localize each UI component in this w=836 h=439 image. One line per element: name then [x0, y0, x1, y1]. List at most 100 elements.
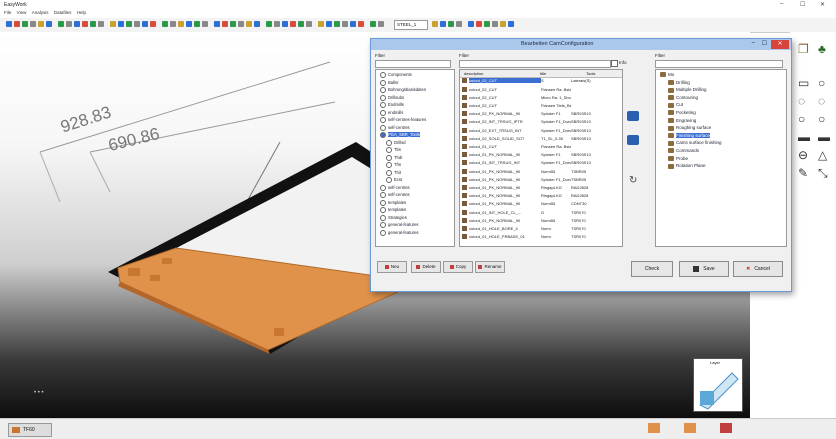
toolbar-tool-icon[interactable] [22, 21, 28, 27]
toolbar-tool-icon[interactable] [118, 21, 124, 27]
toolbar-tool-icon[interactable] [134, 21, 140, 27]
slot-icon[interactable]: ▬ [798, 130, 810, 144]
toolbar-tool-icon[interactable] [58, 21, 64, 27]
toolbar-tool-icon[interactable] [46, 21, 52, 27]
status-tool-icon[interactable] [684, 423, 696, 433]
component-tree[interactable]: Components Ballnr Bohrungsbasisdaten Drills… [375, 69, 455, 247]
toolbar-tool-icon[interactable] [476, 21, 482, 27]
list-row[interactable]: cutout_02_SOLD_SOLID_SOT T1_SL_0.35 SBR03S… [462, 135, 597, 142]
feature-tree-item[interactable]: Probe [668, 156, 688, 163]
tree-item[interactable]: Drillsd [386, 139, 406, 147]
toolbar-tool-icon[interactable] [214, 21, 220, 27]
toolbar-tool-icon[interactable] [74, 21, 80, 27]
toolbar-tool-icon[interactable] [282, 21, 288, 27]
toolbar-tool-icon[interactable] [266, 21, 272, 27]
circle-icon[interactable]: ○ [818, 76, 825, 90]
menu-analysis[interactable]: Analysis [32, 10, 49, 15]
toolbar-tool-icon[interactable] [230, 21, 236, 27]
info-checkbox[interactable] [611, 60, 618, 67]
list-row[interactable]: cutout_02_INT_TRSUG_IPTR Spinder F1_DurvS… [462, 119, 597, 126]
list-row[interactable]: cutout_01_PK_NORMAL_90 Norm55 TSR070 [462, 217, 597, 224]
tree-item[interactable]: Ballnr [380, 79, 399, 87]
tree-item[interactable]: Thdr [386, 154, 403, 162]
save-button[interactable]: Save [679, 261, 729, 277]
list-row[interactable]: cutout_01_CUT Flansee Ra. Bsta... [462, 144, 597, 151]
toolbar-tool-icon[interactable] [350, 21, 356, 27]
target-icon[interactable]: ⊖ [798, 148, 808, 162]
toolbar-tool-icon[interactable] [66, 21, 72, 27]
toolbar-tool-icon[interactable] [126, 21, 132, 27]
close-icon[interactable]: ✕ [820, 1, 825, 8]
delete-button[interactable]: Delete [411, 261, 441, 273]
feature-tree-item[interactable]: Cams surface finishing [668, 140, 722, 147]
tree-item[interactable]: Drillsubs [380, 94, 404, 102]
tree-item[interactable]: Components [380, 72, 412, 79]
left-filter-input[interactable] [375, 60, 451, 68]
feature-tree[interactable]: Mo Drilling Multiple Drilling Contouring Cut… [655, 69, 787, 247]
tree-item[interactable]: templates [380, 199, 406, 207]
slot-alt-icon[interactable]: ▬ [818, 130, 830, 144]
toolbar-tool-icon[interactable] [370, 21, 376, 27]
toolbar-tool-icon[interactable] [38, 21, 44, 27]
toolbar-tool-icon[interactable] [318, 21, 324, 27]
toolbar-tool-icon[interactable] [456, 21, 462, 27]
toolbar-tool-icon[interactable] [222, 21, 228, 27]
list-row[interactable]: cutout_02_CUT Micro Ra. 1_Sbo... [462, 94, 597, 101]
tree-icon[interactable]: ♣ [818, 42, 826, 56]
menu-view[interactable]: View [17, 10, 27, 15]
toolbar-tool-icon[interactable] [186, 21, 192, 27]
feature-tree-item[interactable]: Drilling [668, 80, 690, 87]
toolbar-tool-icon[interactable] [254, 21, 260, 27]
list-row[interactable]: cutout_01_INT_TRSUG_INT Spinder F1_DurvSB… [462, 160, 597, 167]
feature-tree-item[interactable]: Multiple Drilling [668, 87, 707, 94]
list-row[interactable]: cutout_02_CUT S Laterals(S) [462, 78, 597, 85]
feature-tree-item[interactable]: Cut [668, 102, 683, 109]
list-row[interactable]: cutout_02_CUT Flansee Ra. Bsta... [462, 86, 597, 93]
feature-tree-item[interactable]: Commands [668, 148, 699, 155]
tree-item[interactable]: Tbs [386, 147, 401, 154]
tree-item[interactable]: self-centres [380, 184, 410, 192]
toolbar-tool-icon[interactable] [178, 21, 184, 27]
toolbar-tool-icon[interactable] [110, 21, 116, 27]
neu-button[interactable]: Neu [377, 261, 407, 273]
toolbar-tool-icon[interactable] [358, 21, 364, 27]
move-right-icon[interactable] [627, 111, 639, 121]
dialog-maximize-icon[interactable]: ☐ [762, 40, 767, 47]
list-row[interactable]: cutout_01_INT_HOLE_CL_... G TSR070 [462, 209, 597, 216]
tree-item[interactable]: self-centres-features [380, 117, 426, 124]
toolbar-tool-icon[interactable] [14, 21, 20, 27]
toolbar-tool-icon[interactable] [378, 21, 384, 27]
list-row[interactable]: cutout_02_PK_NORMAL_90 Spinder F1 SBR03S10 [462, 111, 597, 118]
toolbar-tool-icon[interactable] [290, 21, 296, 27]
toolbar-tool-icon[interactable] [6, 21, 12, 27]
move-left-icon[interactable] [627, 135, 639, 145]
arc-ccw-icon[interactable]: ◌ [818, 94, 825, 108]
list-row[interactable]: cutout_01_HOLE_PRBASE_01 Norm TSR070 [462, 234, 597, 241]
rename-button[interactable]: Rename [475, 261, 505, 273]
tree-item[interactable]: Thit [386, 169, 401, 177]
feature-tree-item[interactable]: Mo [660, 72, 674, 79]
circle-outline-icon[interactable]: ○ [818, 112, 825, 126]
list-row[interactable]: cutout_01_PK_NORMAL_90 Norm55 CDNT30 [462, 201, 597, 208]
feature-tree-item[interactable]: Contouring [668, 95, 698, 102]
list-row[interactable]: cutout_01_PK_NORMAL_90 Spinder F1_DurvTSB… [462, 176, 597, 183]
list-row[interactable]: cutout_02_CUT Flansee Tiefs_Bst... [462, 103, 597, 110]
toolbar-tool-icon[interactable] [334, 21, 340, 27]
move-icon[interactable]: ⤡ [818, 166, 828, 181]
refresh-icon[interactable]: ↻ [629, 175, 637, 186]
feature-tree-item[interactable]: Engraving [668, 118, 696, 125]
toolbar-tool-icon[interactable] [150, 21, 156, 27]
list-row[interactable]: cutout_01_HOLE_BORE_4 Norm TSR070 [462, 226, 597, 233]
toolbar-tool-icon[interactable] [448, 21, 454, 27]
feature-tree-item[interactable]: Pocketing [668, 110, 696, 117]
tree-item[interactable]: general-features [380, 222, 419, 229]
menu-help[interactable]: Help [77, 10, 86, 15]
right-filter-input[interactable] [655, 60, 783, 68]
list-row[interactable]: cutout_01_PK_NORMAL_90 Spinder F1 SBR03S10 [462, 152, 597, 159]
toolbar-tool-icon[interactable] [82, 21, 88, 27]
toolbar-tool-icon[interactable] [98, 21, 104, 27]
dialog-close-button[interactable]: ✕ [771, 40, 789, 49]
tree-item[interactable]: self-centres [380, 192, 410, 199]
column-header-tools[interactable]: Tools [586, 71, 595, 76]
feature-tree-item[interactable]: Rotation Plane [668, 163, 706, 170]
